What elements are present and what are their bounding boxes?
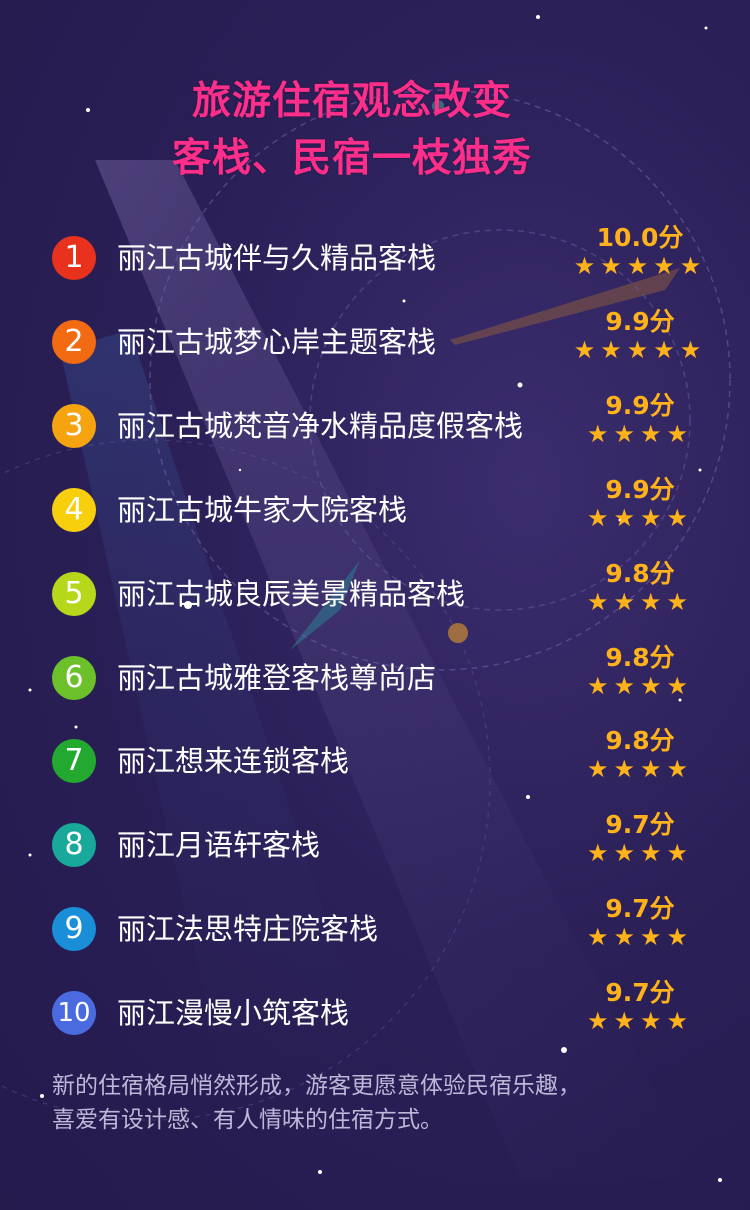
footer-line-2: 喜爱有设计感、有人情味的住宿方式。 bbox=[52, 1107, 443, 1133]
star-icon: ★ bbox=[640, 755, 667, 784]
hotel-score: 9.9分 bbox=[605, 390, 675, 420]
rank-badge: 4 bbox=[52, 487, 96, 532]
hotel-score: 10.0分 bbox=[596, 223, 684, 252]
ranking-row: 3 丽江古城梵音净水精品度假客栈 9.9分 ★★★★ bbox=[0, 391, 750, 456]
rank-badge: 8 bbox=[52, 823, 96, 868]
rank-badge: 6 bbox=[52, 655, 96, 700]
rank-badge: 5 bbox=[52, 571, 96, 616]
hotel-score: 9.9分 bbox=[605, 474, 675, 504]
star-rating: ★★★★ bbox=[580, 588, 700, 616]
star-rating: ★★★★ bbox=[580, 504, 700, 532]
star-icon: ★ bbox=[640, 419, 667, 448]
ranking-row: 9 丽江法思特庄院客栈 9.7分 ★★★★ bbox=[0, 894, 750, 959]
star-icon: ★ bbox=[640, 923, 667, 952]
star-icon: ★ bbox=[613, 1007, 640, 1036]
hotel-name: 丽江古城伴与久精品客栈 bbox=[117, 241, 437, 275]
star-icon: ★ bbox=[626, 335, 654, 364]
star-icon: ★ bbox=[666, 503, 694, 532]
star-icon: ★ bbox=[613, 503, 640, 532]
star-icon: ★ bbox=[640, 671, 667, 700]
ranking-row: 7 丽江想来连锁客栈 9.8分 ★★★★ bbox=[0, 726, 750, 791]
star-icon: ★ bbox=[679, 335, 707, 364]
rank-badge: 3 bbox=[52, 403, 96, 448]
title-line-2: 客栈、民宿一枝独秀 bbox=[171, 136, 532, 181]
star-icon: ★ bbox=[666, 587, 694, 616]
star-icon: ★ bbox=[586, 671, 614, 700]
star-icon: ★ bbox=[600, 335, 627, 364]
hotel-score: 9.9分 bbox=[605, 306, 675, 336]
hotel-score: 9.7分 bbox=[605, 894, 675, 924]
star-icon: ★ bbox=[613, 419, 640, 448]
star-icon: ★ bbox=[573, 335, 601, 364]
star-icon: ★ bbox=[640, 839, 667, 868]
star-icon: ★ bbox=[666, 419, 694, 448]
rank-badge: 7 bbox=[52, 739, 96, 784]
poster: 旅游住宿观念改变 客栈、民宿一枝独秀 1 丽江古城伴与久精品客栈 10.0分 ★★★★… bbox=[0, 0, 750, 1210]
star-icon: ★ bbox=[613, 755, 640, 784]
ranking-row: 6 丽江古城雅登客栈尊尚店 9.8分 ★★★★ bbox=[0, 643, 750, 708]
star-icon: ★ bbox=[586, 923, 614, 952]
star-icon: ★ bbox=[613, 587, 640, 616]
ranking-row: 2 丽江古城梦心岸主题客栈 9.9分 ★★★★★ bbox=[0, 307, 750, 372]
star-icon: ★ bbox=[666, 671, 694, 700]
star-rating: ★★★★ bbox=[580, 1007, 700, 1035]
ranking-row: 4 丽江古城牛家大院客栈 9.9分 ★★★★ bbox=[0, 475, 750, 540]
star-icon: ★ bbox=[679, 252, 707, 280]
hotel-name: 丽江古城梦心岸主题客栈 bbox=[117, 324, 437, 359]
star-icon: ★ bbox=[600, 252, 627, 280]
star-rating: ★★★★ bbox=[580, 923, 700, 951]
rank-badge: 2 bbox=[52, 319, 96, 364]
star-icon: ★ bbox=[613, 671, 640, 700]
hotel-name: 丽江漫慢小筑客栈 bbox=[117, 996, 350, 1031]
star-icon: ★ bbox=[640, 503, 667, 532]
star-icon: ★ bbox=[626, 252, 654, 280]
hotel-name: 丽江月语轩客栈 bbox=[117, 828, 321, 863]
ranking-row: 5 丽江古城良辰美景精品客栈 9.8分 ★★★★ bbox=[0, 559, 750, 624]
star-rating: ★★★★ bbox=[580, 839, 700, 867]
star-icon: ★ bbox=[586, 419, 614, 448]
hotel-name: 丽江古城雅登客栈尊尚店 bbox=[117, 660, 437, 695]
hotel-score: 9.7分 bbox=[605, 978, 675, 1008]
star-icon: ★ bbox=[573, 252, 601, 280]
star-rating: ★★★★★ bbox=[565, 336, 715, 364]
hotel-name: 丽江法思特庄院客栈 bbox=[117, 912, 379, 947]
ranking-row: 8 丽江月语轩客栈 9.7分 ★★★★ bbox=[0, 810, 750, 875]
star-rating: ★★★★ bbox=[580, 672, 700, 700]
footer-line-1: 新的住宿格局悄然形成，游客更愿意体验民宿乐趣， bbox=[52, 1073, 581, 1099]
star-icon: ★ bbox=[666, 923, 694, 952]
star-icon: ★ bbox=[640, 587, 667, 616]
star-icon: ★ bbox=[653, 335, 680, 364]
rank-badge: 1 bbox=[52, 236, 96, 280]
title-line-1: 旅游住宿观念改变 bbox=[191, 79, 512, 124]
rank-badge: 10 bbox=[52, 991, 96, 1036]
star-icon: ★ bbox=[666, 839, 694, 868]
star-rating: ★★★★ bbox=[580, 420, 700, 448]
hotel-name: 丽江想来连锁客栈 bbox=[117, 744, 350, 779]
hotel-score: 9.8分 bbox=[605, 726, 675, 756]
star-rating: ★★★★ bbox=[580, 755, 700, 783]
star-icon: ★ bbox=[666, 1007, 694, 1036]
star-icon: ★ bbox=[666, 755, 694, 784]
hotel-name: 丽江古城牛家大院客栈 bbox=[117, 492, 408, 527]
rank-badge: 9 bbox=[52, 907, 96, 952]
hotel-score: 9.8分 bbox=[605, 642, 675, 672]
star-icon: ★ bbox=[640, 1007, 667, 1036]
star-icon: ★ bbox=[586, 587, 614, 616]
ranking-row: 1 丽江古城伴与久精品客栈 10.0分 ★★★★★ bbox=[0, 223, 750, 288]
hotel-name: 丽江古城良辰美景精品客栈 bbox=[117, 576, 466, 611]
hotel-score: 9.8分 bbox=[605, 558, 675, 588]
star-icon: ★ bbox=[586, 503, 614, 532]
hotel-score: 9.7分 bbox=[605, 810, 675, 840]
star-icon: ★ bbox=[613, 923, 640, 952]
hotel-name: 丽江古城梵音净水精品度假客栈 bbox=[117, 408, 524, 443]
star-icon: ★ bbox=[586, 839, 614, 868]
star-icon: ★ bbox=[586, 755, 614, 784]
star-icon: ★ bbox=[653, 252, 680, 280]
ranking-row: 10 丽江漫慢小筑客栈 9.7分 ★★★★ bbox=[0, 978, 750, 1043]
star-icon: ★ bbox=[586, 1007, 614, 1036]
star-icon: ★ bbox=[613, 839, 640, 868]
star-rating: ★★★★★ bbox=[565, 252, 715, 280]
